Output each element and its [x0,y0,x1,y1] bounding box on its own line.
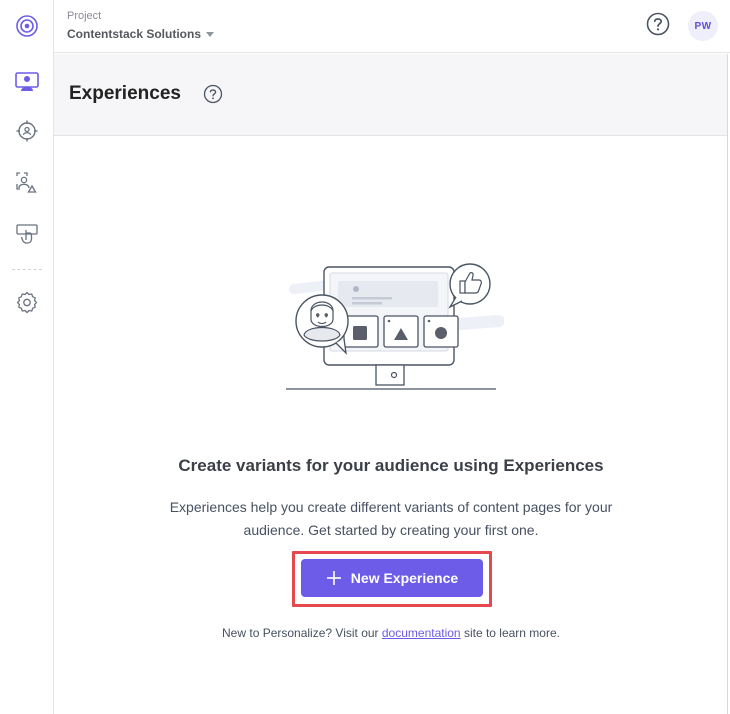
empty-state-heading: Create variants for your audience using … [178,456,604,475]
sidebar-item-audiences[interactable] [11,115,43,147]
top-bar: Project Contentstack Solutions PW [54,0,730,53]
footer-prefix: New to Personalize? Visit our [222,626,382,640]
footer-suffix: site to learn more. [460,626,560,640]
empty-state-description: Experiences help you create different va… [54,496,728,542]
sidebar-divider [12,269,42,270]
page-header: Experiences [54,54,728,136]
user-avatar[interactable]: PW [688,11,718,41]
page-title: Experiences [69,83,181,104]
sidebar-item-events[interactable] [11,218,43,250]
documentation-link[interactable]: documentation [382,626,461,640]
left-sidebar [0,0,54,714]
footer-note: New to Personalize? Visit our documentat… [54,626,728,640]
description-line-2: audience. Get started by creating your f… [243,522,539,538]
settings-gear-icon [16,291,38,314]
help-icon[interactable] [203,84,223,104]
project-label: Project [67,10,102,22]
project-name: Contentstack Solutions [67,27,202,41]
attributes-icon [16,172,37,193]
help-icon[interactable] [646,12,670,36]
description-line-1: Experiences help you create different va… [169,499,613,515]
plus-icon [326,571,341,585]
monitor-illustration [286,263,504,390]
sidebar-item-attributes[interactable] [11,166,43,198]
sidebar-item-experiences[interactable] [11,66,43,98]
new-experience-label: New Experience [350,570,459,586]
sidebar-item-settings[interactable] [11,286,43,318]
audiences-icon [16,120,38,142]
panel-right-border [727,54,728,714]
caret-down-icon [206,32,215,37]
experiences-icon [15,72,39,91]
personalize-logo-icon[interactable] [11,10,43,42]
empty-state-panel: Create variants for your audience using … [54,137,728,714]
events-icon [16,224,38,244]
new-experience-button[interactable]: New Experience [301,559,483,597]
project-selector[interactable]: Contentstack Solutions [67,27,215,41]
